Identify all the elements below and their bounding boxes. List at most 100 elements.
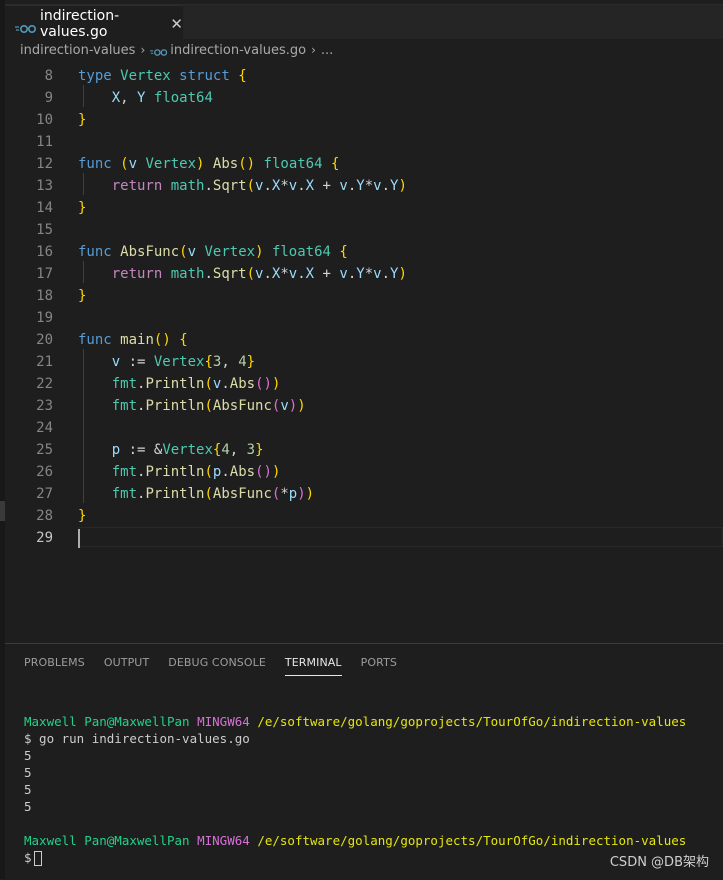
- code-text: fmt.Println(AbsFunc(v)): [111, 398, 306, 414]
- vscode-window: indirection-values.go ✕ indirection-valu…: [0, 0, 723, 880]
- terminal-output-line: 5: [24, 765, 32, 780]
- line-number: 22: [36, 376, 53, 392]
- terminal-output-line: 5: [24, 799, 32, 814]
- breadcrumb-file[interactable]: indirection-values.go: [170, 43, 306, 58]
- code-text: fmt.Println(v.Abs()): [111, 376, 281, 392]
- terminal-host: MINGW64: [197, 714, 250, 729]
- code-text: fmt.Println(p.Abs()): [111, 464, 281, 480]
- code-editor[interactable]: 8 type Vertex struct {9 X, Y float64 10} 11…: [5, 63, 723, 641]
- code-line[interactable]: 27 fmt.Println(AbsFunc(*p)): [5, 483, 723, 505]
- code-text: fmt.Println(AbsFunc(*p)): [111, 486, 315, 502]
- code-text: }: [78, 508, 87, 524]
- code-text: func (v Vertex) Abs() float64 {: [78, 156, 340, 172]
- code-line[interactable]: 14}: [5, 197, 723, 219]
- code-line[interactable]: 17 return math.Sqrt(v.X*v.X + v.Y*v.Y): [5, 263, 723, 285]
- line-number: 23: [36, 398, 53, 414]
- line-number: 14: [36, 200, 53, 216]
- code-text: return math.Sqrt(v.X*v.X + v.Y*v.Y): [111, 266, 407, 282]
- code-line[interactable]: 21 v := Vertex{3, 4}: [5, 351, 723, 373]
- code-line[interactable]: 25 p := &Vertex{4, 3}: [5, 439, 723, 461]
- line-number: 11: [36, 134, 53, 150]
- go-file-icon: [15, 19, 37, 33]
- terminal-cursor: [33, 851, 42, 866]
- code-line[interactable]: 29: [5, 527, 723, 549]
- line-number: 24: [36, 420, 53, 436]
- line-number: 21: [36, 354, 53, 370]
- chevron-right-icon: ›: [140, 43, 146, 57]
- code-line[interactable]: 16 func AbsFunc(v Vertex) float64 {: [5, 241, 723, 263]
- chevron-right-icon: ›: [311, 43, 316, 57]
- terminal-user: Maxwell Pan@MaxwellPan: [24, 833, 190, 848]
- tab-label: indirection-values.go: [40, 7, 120, 40]
- line-number: 13: [36, 178, 53, 194]
- tab-output[interactable]: OUTPUT: [104, 648, 149, 677]
- line-number: 20: [36, 332, 53, 348]
- code-text: }: [78, 288, 87, 304]
- code-line[interactable]: 15: [5, 219, 723, 241]
- code-line[interactable]: 9 X, Y float64: [5, 87, 723, 109]
- code-line[interactable]: 24: [5, 417, 723, 439]
- code-text: return math.Sqrt(v.X*v.X + v.Y*v.Y): [111, 178, 407, 194]
- code-line[interactable]: 13 return math.Sqrt(v.X*v.X + v.Y*v.Y): [5, 175, 723, 197]
- watermark: CSDN @DB架构: [609, 855, 709, 870]
- line-number: 12: [36, 156, 53, 172]
- code-line[interactable]: 22 fmt.Println(v.Abs()): [5, 373, 723, 395]
- tab-indirection-values-go[interactable]: indirection-values.go ✕: [5, 5, 183, 41]
- code-line[interactable]: 12 func (v Vertex) Abs() float64 {: [5, 153, 723, 175]
- terminal-dollar: $: [24, 850, 32, 865]
- tab-problems[interactable]: PROBLEMS: [24, 648, 85, 677]
- tab-terminal[interactable]: TERMINAL: [284, 648, 342, 677]
- close-icon[interactable]: ✕: [170, 15, 183, 33]
- tab-bar: indirection-values.go ✕: [5, 4, 723, 41]
- breadcrumb-more[interactable]: ...: [321, 43, 333, 58]
- code-text: func main() {: [78, 332, 188, 348]
- line-number: 16: [36, 244, 53, 260]
- code-text: func AbsFunc(v Vertex) float64 {: [78, 244, 348, 260]
- terminal-prompt: Maxwell Pan@MaxwellPan MINGW64 /e/softwa…: [24, 713, 686, 730]
- terminal-output-line: 5: [24, 748, 32, 763]
- line-number: 17: [36, 266, 53, 282]
- terminal-host: MINGW64: [197, 833, 250, 848]
- code-line[interactable]: 18}: [5, 285, 723, 307]
- code-text: }: [78, 200, 87, 216]
- tab-ports[interactable]: PORTS: [361, 648, 397, 677]
- bottom-panel: PROBLEMS OUTPUT DEBUG CONSOLE TERMINAL PORTS…: [5, 643, 723, 880]
- code-line[interactable]: 10}: [5, 109, 723, 131]
- line-number: 28: [36, 508, 53, 524]
- breadcrumb: indirection-values › indirection-values.…: [5, 39, 723, 61]
- terminal-input-line[interactable]: $: [24, 849, 42, 866]
- line-number: 19: [36, 310, 53, 326]
- code-text: v := Vertex{3, 4}: [111, 354, 256, 370]
- line-number: 9: [44, 90, 53, 106]
- code-text: type Vertex struct {: [78, 68, 247, 84]
- panel-tabs: PROBLEMS OUTPUT DEBUG CONSOLE TERMINAL PORTS: [5, 644, 723, 680]
- terminal-path: /e/software/golang/goprojects/TourOfGo/i…: [257, 833, 687, 848]
- line-number: 25: [36, 442, 53, 458]
- terminal-output-line: 5: [24, 782, 32, 797]
- terminal-command: $ go run indirection-values.go: [24, 731, 250, 746]
- code-line[interactable]: 23 fmt.Println(AbsFunc(v)): [5, 395, 723, 417]
- code-line[interactable]: 19: [5, 307, 723, 329]
- code-text: p := &Vertex{4, 3}: [111, 442, 264, 458]
- terminal-prompt: Maxwell Pan@MaxwellPan MINGW64 /e/softwa…: [24, 832, 686, 849]
- code-text: X, Y float64: [111, 90, 213, 106]
- line-number: 29: [36, 530, 53, 546]
- breadcrumb-folder[interactable]: indirection-values: [20, 43, 135, 58]
- line-number: 15: [36, 222, 53, 238]
- terminal-path: /e/software/golang/goprojects/TourOfGo/i…: [257, 714, 687, 729]
- code-text: [78, 527, 80, 549]
- tab-debug-console[interactable]: DEBUG CONSOLE: [168, 648, 266, 677]
- terminal-user: Maxwell Pan@MaxwellPan: [24, 714, 190, 729]
- code-line[interactable]: 28}: [5, 505, 723, 527]
- line-number: 26: [36, 464, 53, 480]
- code-line[interactable]: 20 func main() {: [5, 329, 723, 351]
- code-text: }: [78, 112, 87, 128]
- text-cursor: [78, 528, 80, 548]
- line-number: 18: [36, 288, 53, 304]
- code-line[interactable]: 11: [5, 131, 723, 153]
- line-number: 27: [36, 486, 53, 502]
- code-line[interactable]: 8 type Vertex struct {: [5, 65, 723, 87]
- code-line[interactable]: 26 fmt.Println(p.Abs()): [5, 461, 723, 483]
- line-number: 8: [44, 68, 53, 84]
- go-file-icon: [150, 46, 168, 56]
